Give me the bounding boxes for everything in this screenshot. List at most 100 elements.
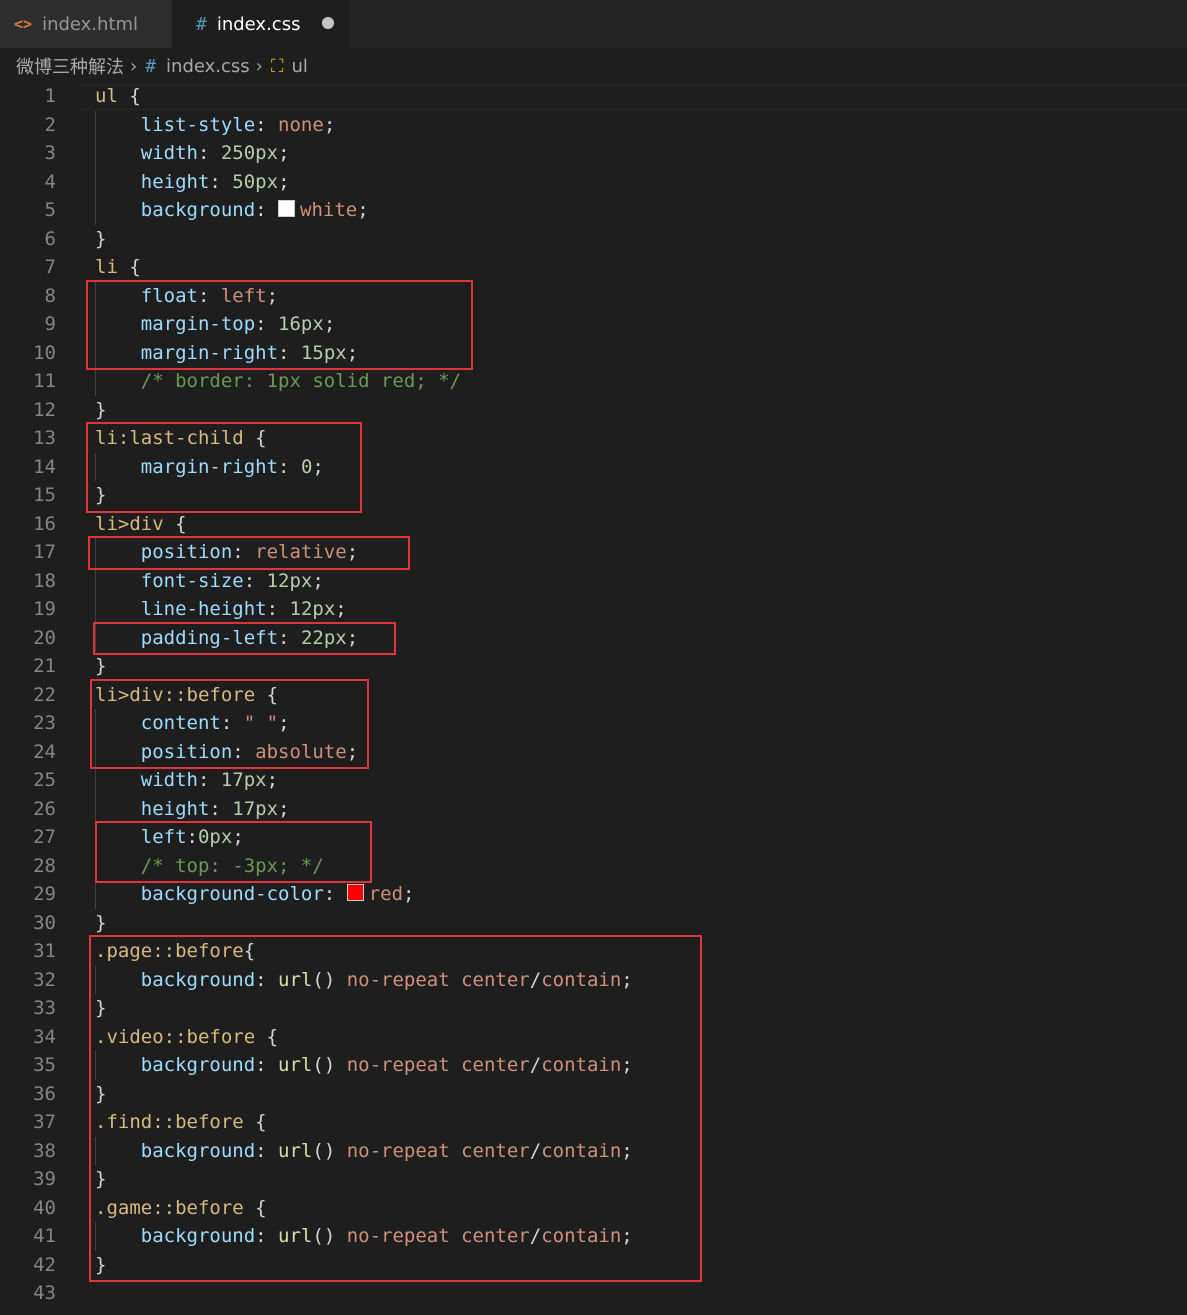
number-token: 17px — [220, 769, 267, 791]
code-text: line-height: 12px; — [95, 595, 347, 624]
property-token: background — [140, 199, 256, 221]
punctuation-token: : — [209, 797, 233, 820]
line-number: 2 — [44, 113, 56, 136]
selector-token: ul — [95, 85, 118, 107]
line-number: 36 — [33, 1082, 56, 1105]
breadcrumb: 微博三种解法 › # index.css › ⛶ ul — [0, 48, 1187, 84]
css-file-icon: # — [196, 13, 207, 35]
line-number: 33 — [33, 997, 56, 1019]
line-number: 32 — [33, 968, 56, 991]
breadcrumb-symbol[interactable]: ul — [291, 56, 307, 77]
punctuation-token: ; — [278, 142, 290, 164]
code-line[interactable]: 19 line-height: 12px; — [0, 595, 1187, 624]
code-line[interactable]: 3 width: 250px; — [0, 139, 1187, 168]
line-number: 1 — [44, 85, 56, 107]
code-line[interactable]: 18 font-size: 12px; — [0, 567, 1187, 596]
code-line[interactable]: 7 li { — [0, 253, 1187, 282]
punctuation-token — [95, 769, 141, 791]
annotation-box — [93, 621, 396, 655]
line-number: 34 — [33, 1025, 56, 1048]
code-line[interactable]: 43 — [0, 1279, 1187, 1308]
code-text: } — [95, 909, 106, 938]
chevron-right-icon: › — [255, 55, 263, 77]
code-text: } — [95, 225, 106, 254]
property-token: height — [140, 797, 210, 820]
line-number: 14 — [33, 455, 56, 478]
code-text: width: 17px; — [95, 766, 278, 795]
line-number: 17 — [33, 541, 56, 563]
code-editor[interactable]: 1 ul {2 list-style: none; 3 width: 250px; 4… — [0, 84, 1187, 1315]
annotation-box — [95, 821, 372, 883]
annotation-box — [86, 279, 473, 370]
code-line[interactable]: 25 width: 17px; — [0, 766, 1187, 795]
punctuation-token: : — [197, 769, 221, 791]
number-token: 17px — [232, 797, 279, 820]
code-line[interactable]: 6} — [0, 225, 1187, 254]
punctuation-token: { — [163, 512, 187, 535]
line-number: 26 — [33, 797, 56, 820]
number-token: 12px — [289, 598, 336, 620]
color-swatch-icon[interactable] — [346, 884, 364, 901]
line-number: 37 — [33, 1111, 56, 1133]
code-text: li>div { — [95, 510, 187, 539]
code-line[interactable]: 30} — [0, 909, 1187, 938]
annotation-box — [88, 536, 410, 570]
code-line[interactable]: 4 height: 50px; — [0, 168, 1187, 197]
tab-label: index.html — [42, 13, 139, 35]
breadcrumb-folder[interactable]: 微博三种解法 — [16, 53, 124, 79]
value-token: white — [300, 199, 358, 221]
line-number: 20 — [33, 626, 56, 649]
chevron-right-icon: › — [130, 55, 138, 77]
line-number: 12 — [33, 398, 56, 421]
line-number: 16 — [33, 512, 56, 535]
html-file-icon: <> — [14, 15, 33, 33]
line-number: 4 — [44, 170, 56, 193]
tab-label: index.css — [216, 13, 301, 35]
line-number: 28 — [33, 854, 56, 877]
line-number: 27 — [33, 826, 56, 848]
punctuation-token: ; — [278, 170, 290, 193]
punctuation-token: : — [197, 142, 221, 164]
symbol-class-icon: ⛶ — [270, 55, 284, 77]
unsaved-dot-icon[interactable] — [322, 17, 334, 29]
code-line[interactable]: 5 background: white; — [0, 196, 1187, 225]
punctuation-token: ; — [312, 569, 324, 592]
line-number: 29 — [33, 883, 56, 905]
punctuation-token — [95, 142, 141, 164]
punctuation-token — [95, 798, 141, 820]
code-line[interactable]: 11 /* border: 1px solid red; */ — [0, 367, 1187, 396]
code-line[interactable]: 29 background-color: red; — [0, 880, 1187, 909]
code-line[interactable]: 2 list-style: none; — [0, 111, 1187, 140]
code-text: background: white; — [95, 196, 369, 225]
code-line[interactable]: 21} — [0, 652, 1187, 681]
property-token: width — [140, 769, 198, 791]
code-line[interactable]: 1 ul { — [0, 82, 1187, 111]
value-token: red — [368, 883, 404, 905]
line-number: 40 — [33, 1196, 56, 1219]
css-file-icon: # — [145, 55, 157, 77]
line-number: 31 — [33, 940, 56, 962]
line-number: 18 — [33, 569, 56, 592]
color-swatch-icon[interactable] — [278, 200, 296, 217]
selector-token: li>div — [95, 512, 164, 535]
punctuation-token: ; — [278, 797, 290, 820]
property-token: list-style — [140, 113, 256, 136]
punctuation-token: : — [255, 113, 279, 136]
code-line[interactable]: 12} — [0, 396, 1187, 425]
annotation-box — [90, 678, 369, 769]
punctuation-token: } — [95, 655, 107, 677]
line-number: 13 — [33, 427, 56, 449]
punctuation-token: ; — [266, 769, 279, 791]
breadcrumb-file[interactable]: index.css — [166, 56, 250, 77]
punctuation-token: : — [243, 569, 267, 592]
code-text: height: 50px; — [95, 168, 290, 197]
line-number: 38 — [33, 1139, 56, 1162]
tab-index-html[interactable]: <> index.html — [0, 0, 172, 48]
code-line[interactable]: 26 height: 17px; — [0, 795, 1187, 824]
code-text: ul { — [95, 82, 141, 111]
code-text: /* border: 1px solid red; */ — [95, 367, 461, 396]
tab-index-css[interactable]: # index.css — [172, 0, 350, 48]
punctuation-token: ; — [403, 883, 415, 905]
comment-token: /* border: 1px solid red; */ — [140, 370, 462, 392]
code-line[interactable]: 16 li>div { — [0, 510, 1187, 539]
